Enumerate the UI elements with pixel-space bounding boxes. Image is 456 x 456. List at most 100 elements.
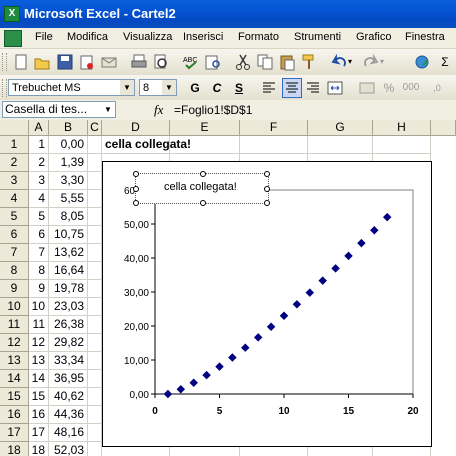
- row-header[interactable]: 8: [0, 262, 29, 280]
- open-icon[interactable]: [33, 53, 51, 71]
- research-icon[interactable]: [204, 53, 222, 71]
- bold-button[interactable]: G: [186, 79, 204, 97]
- column-header-f[interactable]: F: [240, 120, 308, 136]
- cell[interactable]: [88, 442, 102, 456]
- cell[interactable]: [88, 136, 102, 154]
- cell[interactable]: [88, 280, 102, 298]
- row-header[interactable]: 9: [0, 280, 29, 298]
- cell[interactable]: 5: [29, 208, 49, 226]
- cell[interactable]: 16: [29, 406, 49, 424]
- cell[interactable]: [88, 190, 102, 208]
- underline-button[interactable]: S: [230, 79, 248, 97]
- menu-modifica[interactable]: Modifica: [67, 31, 108, 43]
- cell[interactable]: 14: [29, 370, 49, 388]
- italic-button[interactable]: C: [208, 79, 226, 97]
- cell[interactable]: 4: [29, 190, 49, 208]
- cell[interactable]: 5,55: [49, 190, 88, 208]
- resize-handle[interactable]: [133, 171, 139, 177]
- cell-d1[interactable]: cella collegata!: [102, 136, 191, 154]
- menu-file[interactable]: File: [35, 31, 53, 43]
- menu-inserisci[interactable]: Inserisci: [183, 31, 223, 43]
- cell[interactable]: 10,75: [49, 226, 88, 244]
- row-header[interactable]: 2: [0, 154, 29, 172]
- row-header[interactable]: 1: [0, 136, 29, 154]
- name-box[interactable]: Casella di tes... ▼: [2, 101, 116, 118]
- increase-decimal-icon[interactable]: ,0: [428, 79, 446, 97]
- font-size-select[interactable]: 8 ▼: [139, 79, 177, 96]
- cut-icon[interactable]: [234, 53, 252, 71]
- cell[interactable]: [88, 334, 102, 352]
- cell[interactable]: [88, 388, 102, 406]
- linked-textbox[interactable]: cella collegata!: [133, 171, 270, 206]
- resize-handle[interactable]: [200, 171, 206, 177]
- cell[interactable]: [88, 316, 102, 334]
- row-header[interactable]: 16: [0, 406, 29, 424]
- cell[interactable]: 17: [29, 424, 49, 442]
- print-preview-icon[interactable]: [152, 53, 170, 71]
- cell[interactable]: 1,39: [49, 154, 88, 172]
- workbook-icon[interactable]: [4, 30, 22, 47]
- chevron-down-icon[interactable]: ▼: [162, 80, 176, 95]
- spelling-icon[interactable]: ABC: [182, 53, 200, 71]
- column-header-b[interactable]: B: [49, 120, 88, 136]
- align-center-icon[interactable]: [282, 78, 302, 98]
- row-header[interactable]: 7: [0, 244, 29, 262]
- cell[interactable]: [88, 406, 102, 424]
- cell[interactable]: 8: [29, 262, 49, 280]
- cell[interactable]: [240, 136, 308, 154]
- resize-handle[interactable]: [133, 186, 139, 192]
- resize-handle[interactable]: [133, 200, 139, 206]
- cell[interactable]: [88, 226, 102, 244]
- cell[interactable]: 2: [29, 154, 49, 172]
- cell[interactable]: 36,95: [49, 370, 88, 388]
- cell[interactable]: 48,16: [49, 424, 88, 442]
- cell[interactable]: 23,03: [49, 298, 88, 316]
- hyperlink-icon[interactable]: [414, 53, 432, 71]
- row-header[interactable]: 15: [0, 388, 29, 406]
- email-icon[interactable]: [100, 53, 118, 71]
- align-right-icon[interactable]: [304, 79, 322, 97]
- row-header[interactable]: 5: [0, 208, 29, 226]
- chevron-down-icon[interactable]: ▼: [120, 80, 134, 95]
- row-header[interactable]: 10: [0, 298, 29, 316]
- formula-input[interactable]: =Foglio1!$D$1: [174, 103, 252, 117]
- resize-handle[interactable]: [264, 171, 270, 177]
- column-header-a[interactable]: A: [29, 120, 49, 136]
- cell[interactable]: 26,38: [49, 316, 88, 334]
- chevron-down-icon[interactable]: ▼: [101, 102, 115, 117]
- font-name-select[interactable]: Trebuchet MS ▼: [8, 79, 135, 96]
- chart-area[interactable]: 0,0010,0020,0030,0040,0050,0060,00051015…: [102, 161, 432, 447]
- new-icon[interactable]: [12, 53, 30, 71]
- menu-finestra[interactable]: Finestra: [405, 31, 445, 43]
- column-header-d[interactable]: D: [102, 120, 170, 136]
- cell[interactable]: [88, 244, 102, 262]
- permission-icon[interactable]: [78, 53, 96, 71]
- menu-strumenti[interactable]: Strumenti: [294, 31, 341, 43]
- row-header[interactable]: 4: [0, 190, 29, 208]
- cell[interactable]: 33,34: [49, 352, 88, 370]
- resize-handle[interactable]: [264, 200, 270, 206]
- cell[interactable]: 15: [29, 388, 49, 406]
- cell[interactable]: 52,03: [49, 442, 88, 456]
- format-painter-icon[interactable]: [300, 53, 318, 71]
- redo-dropdown-icon[interactable]: ▾: [378, 53, 386, 71]
- cell[interactable]: [88, 370, 102, 388]
- cell[interactable]: [88, 352, 102, 370]
- row-header[interactable]: 3: [0, 172, 29, 190]
- row-header[interactable]: 17: [0, 424, 29, 442]
- cell[interactable]: 44,36: [49, 406, 88, 424]
- print-icon[interactable]: [130, 53, 148, 71]
- cell[interactable]: 11: [29, 316, 49, 334]
- cell[interactable]: 13,62: [49, 244, 88, 262]
- cell[interactable]: [88, 172, 102, 190]
- percent-icon[interactable]: %: [380, 79, 398, 97]
- cell[interactable]: [308, 136, 373, 154]
- cell[interactable]: 9: [29, 280, 49, 298]
- cell[interactable]: 10: [29, 298, 49, 316]
- cell[interactable]: [88, 298, 102, 316]
- undo-dropdown-icon[interactable]: ▾: [346, 53, 354, 71]
- toolbar-grip[interactable]: [2, 79, 7, 97]
- autosum-icon[interactable]: Σ: [436, 53, 454, 71]
- select-all-corner[interactable]: [0, 120, 29, 136]
- cell[interactable]: 16,64: [49, 262, 88, 280]
